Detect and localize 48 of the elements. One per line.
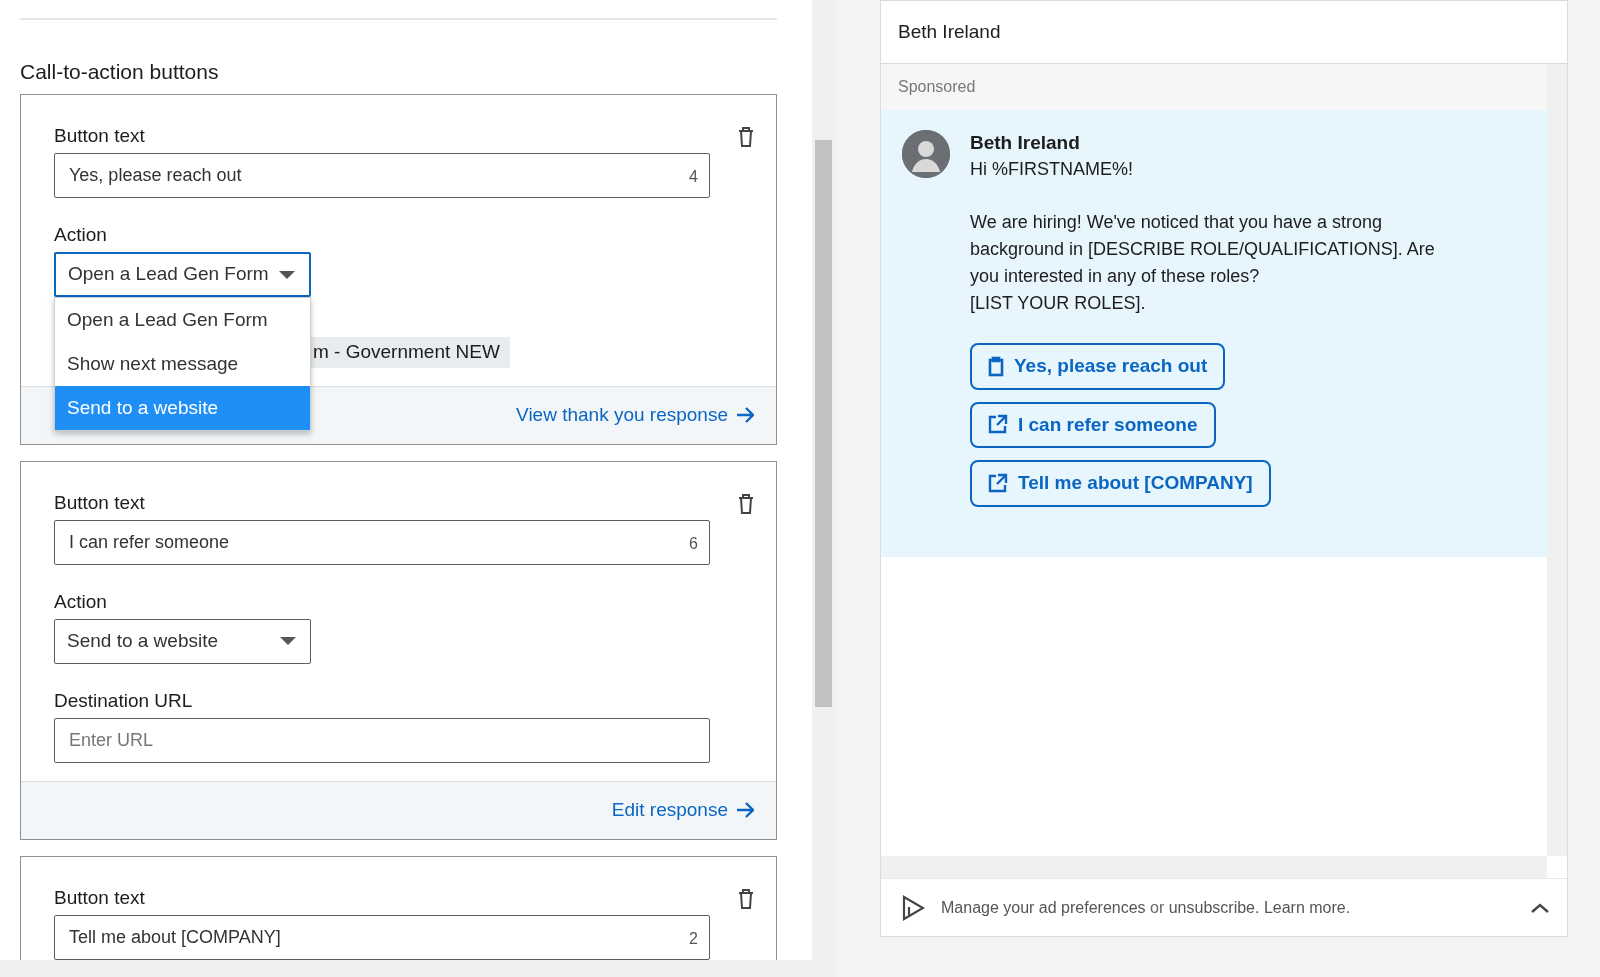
cta-button[interactable]: Tell me about [COMPANY] (970, 460, 1271, 507)
form-name-tag: m - Government NEW (311, 337, 510, 368)
dropdown-option[interactable]: Show next message (55, 342, 310, 386)
scrollbar[interactable] (0, 960, 835, 977)
cta-button[interactable]: I can refer someone (970, 401, 1216, 448)
dropdown-option[interactable]: Open a Lead Gen Form (55, 298, 310, 342)
cta-button[interactable]: Yes, please reach out (970, 343, 1226, 390)
message-text: [LIST YOUR ROLES]. (970, 292, 1147, 315)
character-count: 6 (689, 533, 698, 554)
scrollbar[interactable] (812, 0, 835, 960)
scrollbar-thumb[interactable] (815, 140, 832, 707)
trash-icon[interactable] (736, 887, 756, 910)
footer-link[interactable]: Edit response (611, 795, 754, 825)
clipboard-icon (988, 355, 1004, 377)
section-title: Call-to-action buttons (20, 59, 220, 85)
triangle-icon (901, 894, 925, 921)
message-text: Hi %FIRSTNAME%! (970, 158, 1134, 181)
field-label: Button text (54, 885, 146, 910)
action-dropdown[interactable]: Open a Lead Gen Form (54, 252, 311, 297)
character-count: 4 (689, 167, 698, 187)
trash-icon[interactable] (736, 492, 756, 515)
arrow-right-icon (736, 801, 754, 819)
footer-link[interactable]: View thank you response (516, 400, 754, 430)
footer-link[interactable]: unsubscribe. (1168, 898, 1260, 916)
field-label: Action (54, 589, 108, 614)
footer-link[interactable]: Manage your ad preferences (941, 898, 1146, 916)
caret-icon (280, 637, 296, 645)
arrow-right-icon (736, 406, 754, 424)
url-field[interactable]: Enter URL (54, 717, 710, 763)
footer-link[interactable]: Learn more. (1263, 898, 1351, 916)
sponsored-label: Sponsored (881, 64, 1547, 110)
field-label: Button text (54, 490, 146, 515)
sender-name: Beth Ireland (970, 131, 1081, 155)
scrollbar[interactable] (881, 856, 1547, 878)
field-label: Destination URL (54, 688, 194, 713)
caret-icon (279, 270, 295, 279)
external-link-icon (988, 472, 1008, 494)
field-label: Action (54, 223, 108, 247)
external-link-icon (988, 414, 1008, 436)
chevron-up-icon[interactable] (1530, 901, 1550, 914)
message-text: We are hiring! We've noticed that you have a strong background in [DESCRIBE ROLE/QUALIFICATIONS]. Are you interested in any of these roles? (970, 211, 1436, 288)
trash-icon[interactable] (736, 126, 756, 149)
action-dropdown[interactable]: Send to a website (54, 618, 311, 664)
scrollbar[interactable] (1547, 64, 1567, 856)
avatar-silhouette (902, 130, 950, 178)
character-count: 2 (689, 928, 698, 949)
footer-text: Manage your ad preferences or unsubscribe. Learn more. (941, 897, 1351, 918)
field-label: Button text (54, 124, 146, 148)
